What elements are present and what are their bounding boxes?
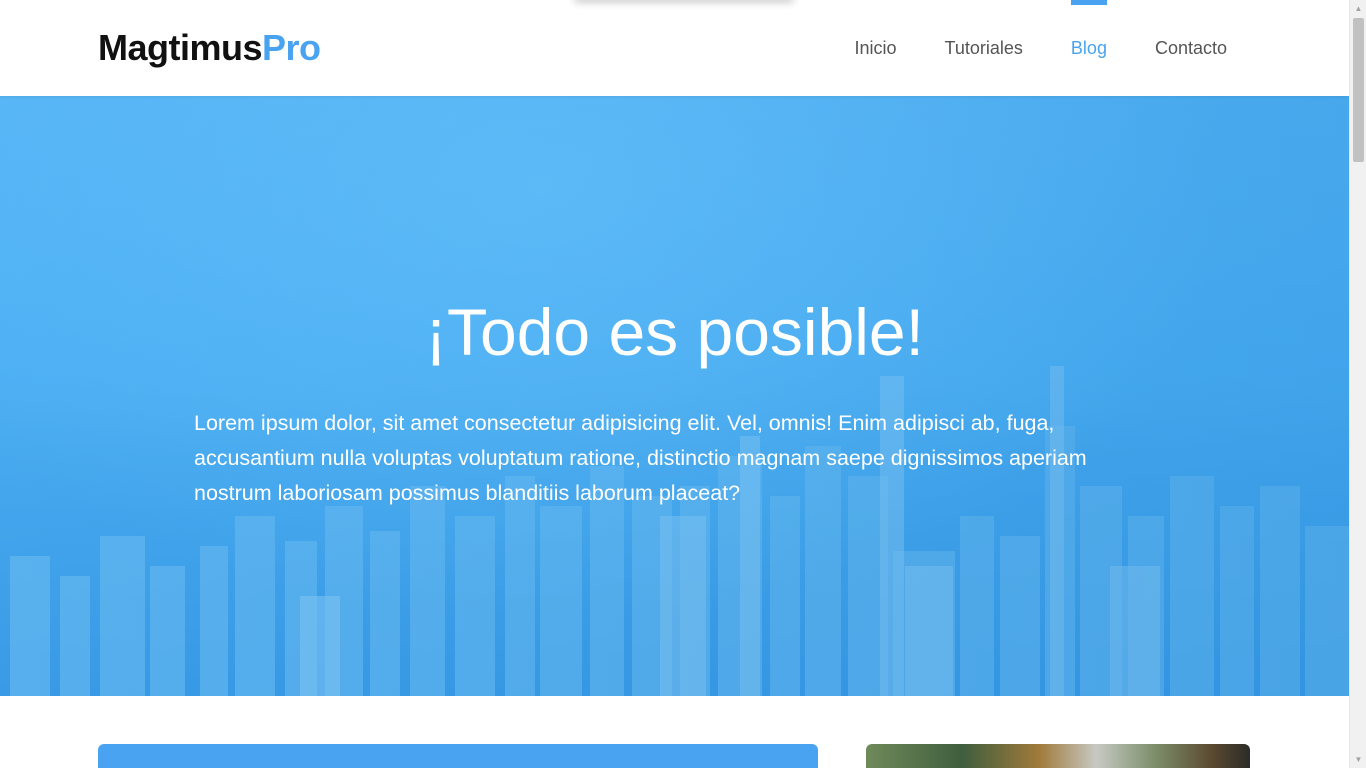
sidebar-photo: [866, 744, 1250, 768]
featured-post-card[interactable]: [98, 744, 818, 768]
logo-main-text: Magtimus: [98, 27, 263, 68]
hero-section: ¡Todo es posible! Lorem ipsum dolor, sit…: [0, 96, 1349, 696]
page: MagtimusPro Inicio Tutoriales Blog Conta…: [0, 0, 1349, 768]
hero-paragraph: Lorem ipsum dolor, sit amet consectetur …: [194, 411, 1087, 505]
scrollbar-thumb[interactable]: [1353, 18, 1364, 162]
site-header: MagtimusPro Inicio Tutoriales Blog Conta…: [0, 0, 1349, 96]
vertical-scrollbar[interactable]: ▲ ▼: [1349, 0, 1366, 768]
hero-overlay: [0, 96, 1349, 696]
logo-accent-text: Pro: [262, 27, 321, 68]
nav-item-inicio[interactable]: Inicio: [855, 0, 897, 96]
scroll-up-arrow-icon[interactable]: ▲: [1350, 0, 1366, 17]
nav-item-tutoriales[interactable]: Tutoriales: [945, 0, 1023, 96]
hero-title: ¡Todo es posible!: [425, 295, 924, 369]
site-logo[interactable]: MagtimusPro: [98, 26, 321, 70]
nav-item-blog[interactable]: Blog: [1070, 0, 1107, 96]
nav-item-contacto[interactable]: Contacto: [1155, 0, 1227, 96]
main-nav: Inicio Tutoriales Blog Contacto: [855, 0, 1227, 96]
scroll-down-arrow-icon[interactable]: ▼: [1350, 751, 1366, 768]
